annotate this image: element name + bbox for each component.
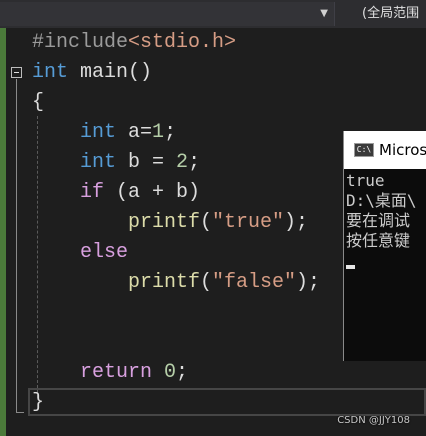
scope-dropdown[interactable]: (全局范围 [336, 2, 426, 26]
code-line-include: #include<stdio.h> [32, 28, 236, 58]
include-directive: #include [32, 31, 129, 54]
close-brace: } [32, 391, 45, 414]
code-line-if: if (a + b) [80, 178, 200, 208]
outline-fold-line [16, 79, 17, 412]
console-output-line: 按任意键 [346, 231, 411, 250]
console-output-line: 要在调试 [346, 211, 411, 230]
chevron-down-icon[interactable]: ▼ [320, 8, 328, 19]
main-return-type: int [32, 61, 69, 84]
file-members-dropdown[interactable]: ▼ [0, 2, 335, 26]
code-line-printf-true: printf("true"); [128, 208, 308, 238]
console-output-line: D:\桌面\ [346, 191, 417, 210]
decl-a-value: 1 [152, 121, 165, 144]
printf-false-close: ); [296, 271, 321, 294]
printf-true-string: "true" [212, 211, 285, 234]
code-line-close-brace: } [32, 388, 44, 418]
return-end: ; [176, 361, 189, 384]
console-output-line: true [346, 171, 385, 190]
decl-a-name: a= [128, 121, 153, 144]
console-cursor [346, 265, 355, 269]
if-keyword: if [80, 181, 105, 204]
decl-b-name: b = [128, 151, 177, 174]
include-header: <stdio.h> [128, 31, 237, 54]
return-keyword: return [80, 361, 153, 384]
code-line-main: int main() [32, 58, 152, 88]
else-keyword: else [80, 241, 129, 264]
code-line-printf-false: printf("false"); [128, 268, 320, 298]
code-line-decl-a: int a=1; [80, 118, 176, 148]
code-line-open-brace: { [32, 88, 44, 118]
return-value: 0 [164, 361, 177, 384]
decl-b-type: int [80, 151, 117, 174]
code-line-return: return 0; [80, 358, 188, 388]
return-space [152, 361, 164, 384]
open-brace: { [32, 91, 45, 114]
console-app-icon: C:\ [354, 143, 374, 157]
console-window[interactable]: C:\ Micros true D:\桌面\ 要在调试 按任意键 [343, 131, 426, 361]
printf-false-open: ( [200, 271, 213, 294]
watermark: CSDN @JJY108 [337, 415, 410, 426]
main-parens: () [128, 61, 153, 84]
outline-fold-end [16, 412, 24, 413]
collapse-minus-icon[interactable] [11, 67, 22, 78]
navigation-bar: ▼ (全局范围 [0, 0, 426, 28]
decl-a-end: ; [164, 121, 177, 144]
decl-b-value: 2 [176, 151, 189, 174]
outlining-margin [6, 28, 28, 436]
code-line-decl-b: int b = 2; [80, 148, 200, 178]
printf-false-fn: printf [128, 271, 201, 294]
decl-b-end: ; [188, 151, 201, 174]
printf-true-close: ); [284, 211, 309, 234]
visual-studio-editor: ▼ (全局范围 #include<stdio.h> int main() { i… [0, 0, 426, 436]
code-line-else: else [80, 238, 128, 268]
printf-true-fn: printf [128, 211, 201, 234]
if-condition: (a + b) [116, 181, 201, 204]
console-titlebar[interactable]: C:\ Micros [344, 131, 426, 169]
main-function-name: main [80, 61, 129, 84]
decl-a-type: int [80, 121, 117, 144]
printf-true-open: ( [200, 211, 213, 234]
printf-false-string: "false" [212, 271, 297, 294]
console-title: Micros [379, 141, 426, 159]
